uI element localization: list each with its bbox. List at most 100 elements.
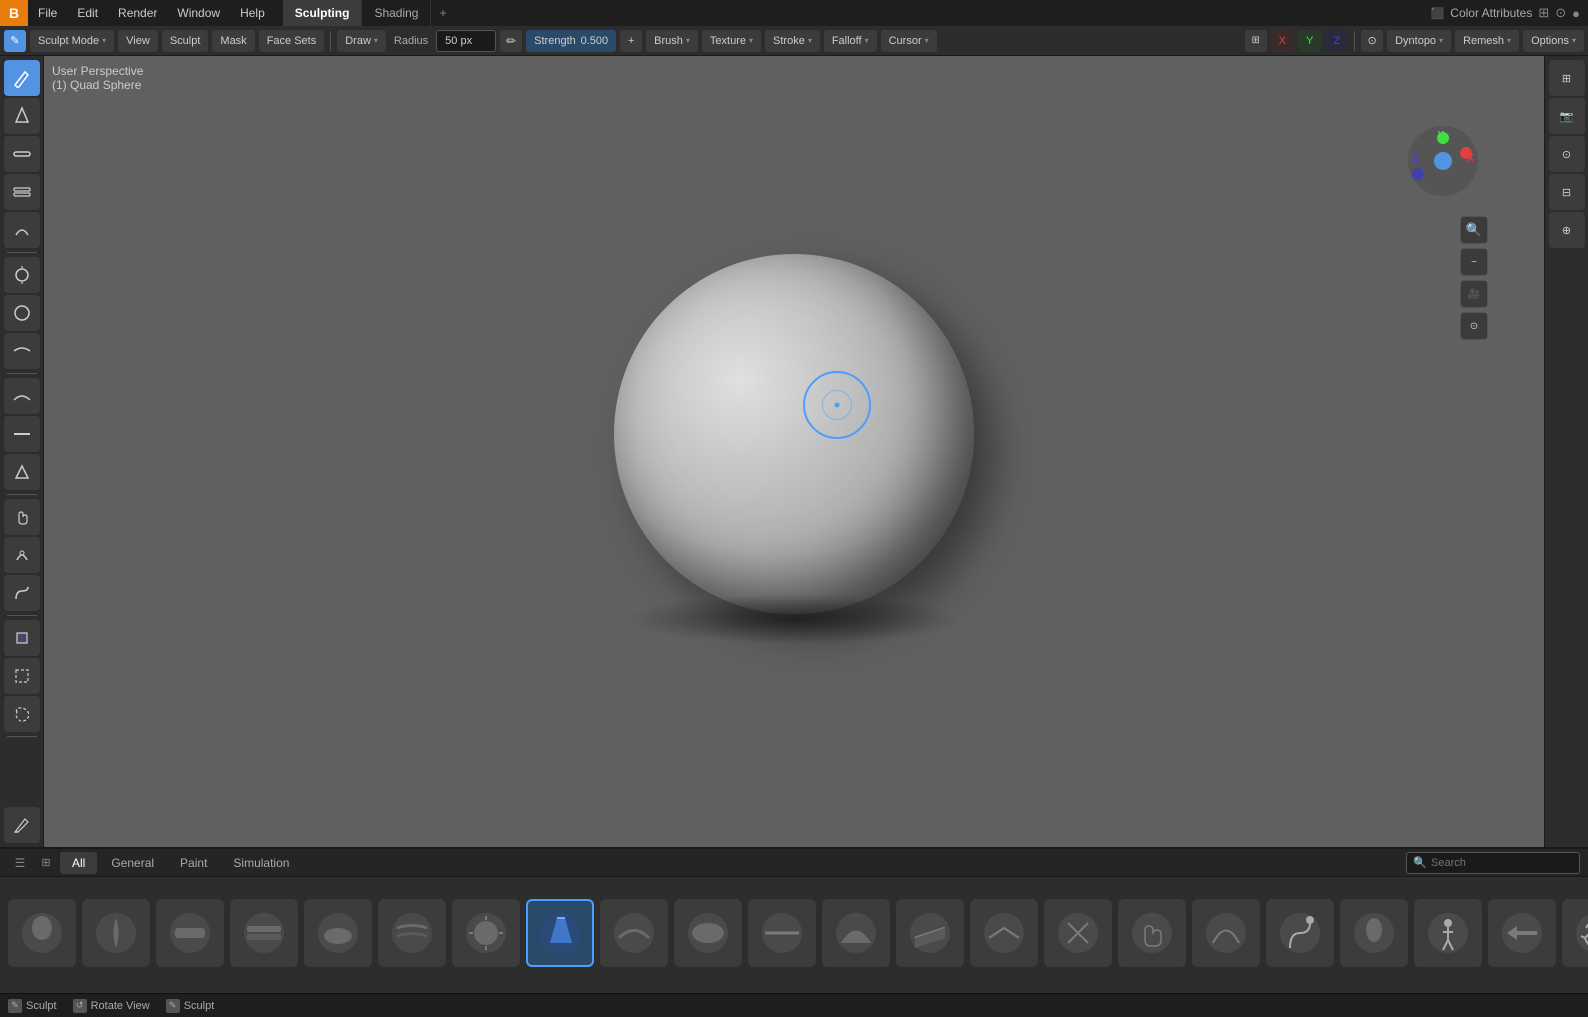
brush-snake-hook[interactable] [1266, 899, 1334, 967]
box-mask-tool[interactable] [4, 658, 40, 694]
clay-thumb-tool[interactable] [4, 212, 40, 248]
app-logo: B [0, 0, 28, 26]
inflate-tool[interactable] [4, 257, 40, 293]
sculpt-mode-dropdown[interactable]: Sculpt Mode ▾ [30, 30, 114, 52]
overlay-btn[interactable]: ⊙ [1361, 30, 1383, 52]
brush-clay-thumb[interactable] [304, 899, 372, 967]
brush-rotate[interactable] [1562, 899, 1588, 967]
axis-y-btn[interactable]: Y [1298, 30, 1321, 52]
right-tool-3[interactable]: ⊙ [1549, 136, 1585, 172]
status-sculpt-2[interactable]: ✎ Sculpt [166, 999, 215, 1013]
local-view-btn[interactable]: ⊙ [1460, 312, 1488, 340]
brush-thumb[interactable] [1340, 899, 1408, 967]
blob-tool[interactable] [4, 295, 40, 331]
transform-orient-btn[interactable]: ⊞ [1245, 30, 1267, 52]
flatten-tool[interactable] [4, 416, 40, 452]
gizmo-circle[interactable]: X Y Z [1408, 126, 1478, 196]
workspace-tab-add[interactable]: + [431, 0, 454, 26]
brush-clay-strips[interactable] [230, 899, 298, 967]
brush-scrape[interactable] [896, 899, 964, 967]
clay-tool[interactable] [4, 136, 40, 172]
remesh-dropdown[interactable]: Remesh ▾ [1455, 30, 1519, 52]
crease-tool[interactable] [4, 333, 40, 369]
brush-nudge[interactable] [1488, 899, 1556, 967]
workspace-tab-shading[interactable]: Shading [362, 0, 431, 26]
menu-window[interactable]: Window [167, 0, 230, 26]
color-attributes-button[interactable]: Color Attributes [1450, 6, 1532, 20]
right-tool-1[interactable]: ⊞ [1549, 60, 1585, 96]
strength-slider[interactable]: Strength 0.500 [526, 30, 616, 52]
cursor-dropdown[interactable]: Cursor ▾ [881, 30, 937, 52]
mask-tool[interactable] [4, 620, 40, 656]
panel-grid-btn[interactable]: ⊞ [34, 852, 58, 874]
panel-menu-btn[interactable]: ☰ [8, 852, 32, 874]
right-tool-2[interactable]: 📷 [1549, 98, 1585, 134]
texture-dropdown[interactable]: Texture ▾ [702, 30, 761, 52]
pressure-btn[interactable]: ✏ [500, 30, 522, 52]
elastic-tool[interactable] [4, 537, 40, 573]
viewport[interactable]: User Perspective (1) Quad Sphere X Y Z 🔍… [44, 56, 1544, 847]
draw-sharp-tool[interactable] [4, 98, 40, 134]
workspace-tabs: Sculpting Shading + [283, 0, 455, 26]
menu-edit[interactable]: Edit [67, 0, 108, 26]
brush-search[interactable]: 🔍 [1406, 852, 1580, 874]
brush-layer[interactable] [378, 899, 446, 967]
toolbar-mask-btn[interactable]: Mask [212, 30, 254, 52]
brush-elastic[interactable] [1192, 899, 1260, 967]
brush-smooth[interactable] [674, 899, 742, 967]
tab-simulation[interactable]: Simulation [221, 852, 301, 874]
right-tool-5[interactable]: ⊕ [1549, 212, 1585, 248]
brush-flatten[interactable] [748, 899, 816, 967]
brush-fill[interactable] [822, 899, 890, 967]
menu-help[interactable]: Help [230, 0, 275, 26]
snake-hook-tool[interactable] [4, 575, 40, 611]
header-sphere-icon[interactable]: ● [1572, 6, 1580, 21]
brush-draw-sharp[interactable] [82, 899, 150, 967]
header-dot-icon[interactable]: ⊙ [1555, 5, 1566, 21]
draw-tool[interactable] [4, 60, 40, 96]
brush-blob[interactable] [526, 899, 594, 967]
status-sculpt-1[interactable]: ✎ Sculpt [8, 999, 57, 1013]
axis-x-btn[interactable]: X [1271, 30, 1294, 52]
zoom-out-btn[interactable]: − [1460, 248, 1488, 276]
workspace-tab-sculpting[interactable]: Sculpting [283, 0, 363, 26]
clay-strips-tool[interactable] [4, 174, 40, 210]
tab-paint[interactable]: Paint [168, 852, 219, 874]
axis-z-btn[interactable]: Z [1325, 30, 1348, 52]
tab-all[interactable]: All [60, 852, 97, 874]
brush-pinch[interactable] [1044, 899, 1112, 967]
brush-pose[interactable] [1414, 899, 1482, 967]
tab-general[interactable]: General [99, 852, 166, 874]
fill-tool[interactable] [4, 454, 40, 490]
brush-inflate[interactable] [452, 899, 520, 967]
status-rotate-view[interactable]: ↺ Rotate View [73, 999, 150, 1013]
falloff-dropdown[interactable]: Falloff ▾ [824, 30, 877, 52]
toolbar-sculpt-btn[interactable]: Sculpt [162, 30, 209, 52]
stroke-dropdown[interactable]: Stroke ▾ [765, 30, 820, 52]
radius-slider[interactable]: 50 px [436, 30, 496, 52]
camera-view-btn[interactable]: 🎥 [1460, 280, 1488, 308]
plus-btn[interactable]: + [620, 30, 642, 52]
right-tool-4[interactable]: ⊟ [1549, 174, 1585, 210]
brush-grab[interactable] [1118, 899, 1186, 967]
dyntopo-dropdown[interactable]: Dyntopo ▾ [1387, 30, 1451, 52]
smooth-tool[interactable] [4, 378, 40, 414]
options-dropdown[interactable]: Options ▾ [1523, 30, 1584, 52]
toolbar-face-sets-btn[interactable]: Face Sets [259, 30, 325, 52]
grab-tool[interactable] [4, 499, 40, 535]
viewport-gizmo: X Y Z [1408, 126, 1488, 206]
brush-crease[interactable] [600, 899, 668, 967]
toolbar-view-btn[interactable]: View [118, 30, 158, 52]
brush-draw[interactable] [8, 899, 76, 967]
search-input[interactable] [1431, 857, 1573, 869]
menu-render[interactable]: Render [108, 0, 167, 26]
draw-mode-dropdown[interactable]: Draw ▾ [337, 30, 386, 52]
lasso-mask-tool[interactable] [4, 696, 40, 732]
zoom-in-btn[interactable]: 🔍 [1460, 216, 1488, 244]
brush-multiplane-scrape[interactable] [970, 899, 1038, 967]
menu-file[interactable]: File [28, 0, 67, 26]
header-grid-icon[interactable]: ⊞ [1538, 5, 1549, 21]
brush-clay[interactable] [156, 899, 224, 967]
brush-dropdown[interactable]: Brush ▾ [646, 30, 698, 52]
annotate-tool[interactable] [4, 807, 40, 843]
